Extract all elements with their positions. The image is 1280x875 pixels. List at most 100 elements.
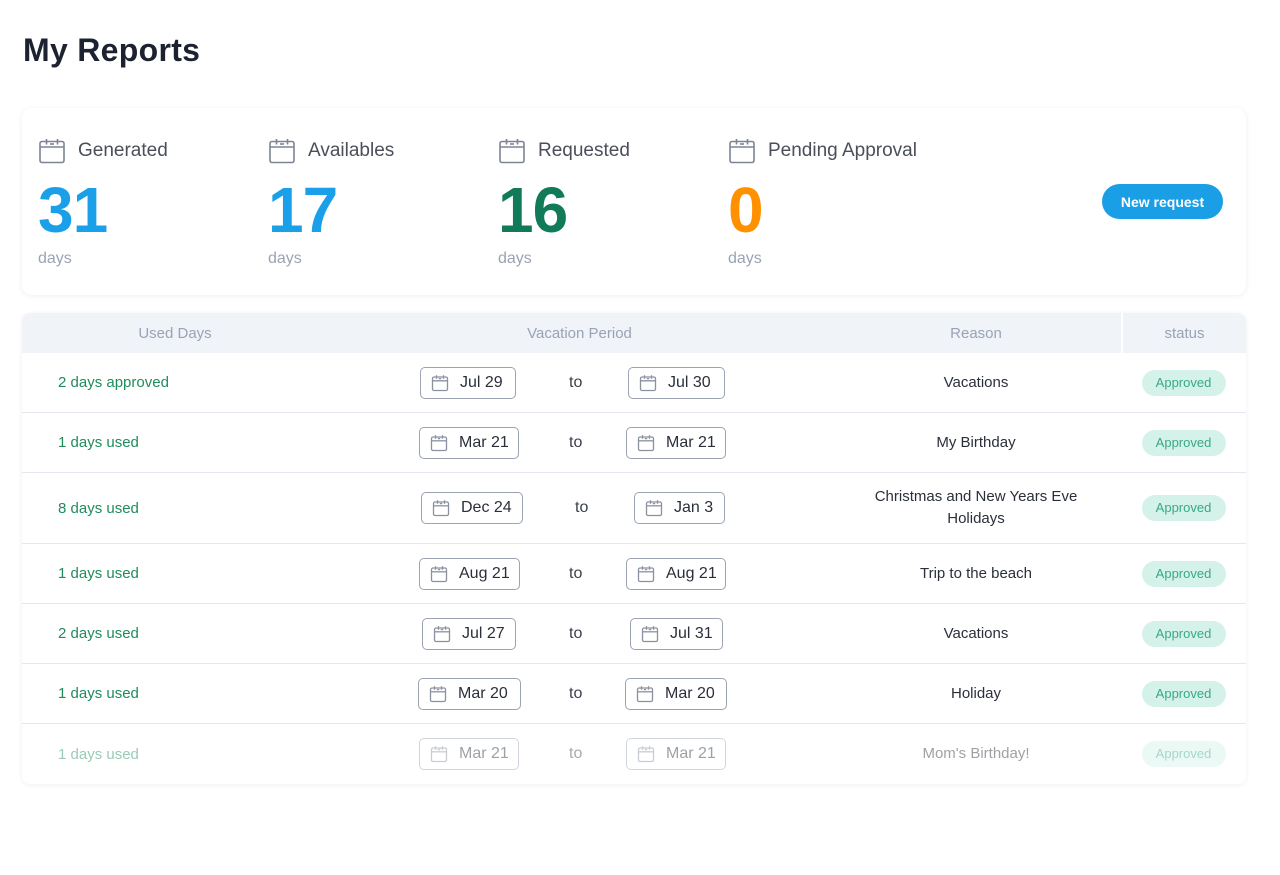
stat-pending-approval: Pending Approval 0 days [728, 136, 948, 268]
status-badge: Approved [1141, 369, 1226, 396]
status-cell: Approved [1121, 429, 1246, 456]
reason-cell: Mom's Birthday! [831, 743, 1121, 765]
calendar-icon [498, 137, 526, 165]
table-row[interactable]: 8 days used Dec 24 to Jan 3 Christmas and Ne… [22, 473, 1246, 544]
status-cell: Approved [1121, 369, 1246, 396]
vacation-period-cell: Dec 24 to Jan 3 [328, 473, 831, 543]
start-date-value: Mar 21 [459, 745, 509, 762]
used-days-cell: 1 days used [58, 745, 139, 763]
end-date-value: Jul 31 [670, 624, 713, 642]
start-date-field[interactable]: Mar 20 [418, 677, 521, 710]
calendar-icon [637, 565, 655, 583]
end-date-field[interactable]: Mar 21 [626, 738, 726, 770]
calendar-icon [637, 745, 655, 763]
reason-cell: Trip to the beach [831, 563, 1121, 585]
calendar-icon [38, 137, 66, 165]
calendar-icon [431, 374, 449, 392]
stat-generated: Generated 31 days [38, 136, 258, 268]
header-status: status [1121, 313, 1246, 353]
end-date-field[interactable]: Aug 21 [626, 557, 726, 590]
start-date-value: Mar 21 [459, 433, 509, 451]
start-date-field[interactable]: Dec 24 [421, 492, 523, 524]
to-label: to [569, 564, 583, 582]
calendar-icon [433, 625, 451, 643]
end-date-value: Mar 21 [666, 745, 716, 762]
table-row[interactable]: 1 days used Mar 20 to Mar 20 Holiday Approved [22, 664, 1246, 724]
vacation-period-cell: Aug 21 to Aug 21 [328, 544, 831, 603]
start-date-value: Dec 24 [461, 499, 512, 516]
status-cell: Approved [1121, 560, 1246, 587]
to-label: to [569, 624, 583, 642]
end-date-field[interactable]: Jul 30 [628, 366, 725, 399]
header-vacation-period: Vacation Period [527, 324, 632, 342]
calendar-icon [430, 565, 448, 583]
to-label: to [569, 684, 583, 702]
header-used-days: Used Days [138, 324, 212, 342]
stat-requested: Requested 16 days [498, 136, 718, 268]
vacation-table: Used Days Vacation Period Reason status … [22, 313, 1246, 784]
start-date-field[interactable]: Jul 29 [420, 366, 516, 399]
reason-text: My Birthday [936, 433, 1016, 451]
to-label: to [569, 745, 583, 762]
used-days-cell: 1 days used [58, 685, 139, 702]
end-date-value: Jul 30 [668, 373, 711, 391]
end-date-field[interactable]: Mar 21 [626, 426, 726, 459]
end-date-field[interactable]: Jul 31 [630, 617, 723, 650]
start-date-value: Jul 27 [462, 624, 505, 642]
new-request-button[interactable]: New request [1102, 184, 1223, 219]
status-badge: Approved [1141, 429, 1226, 456]
start-date-value: Mar 20 [458, 684, 508, 702]
stat-value: 17 [268, 174, 338, 246]
table-row[interactable]: 1 days used Mar 21 to Mar 21 Mom's Birthday!… [22, 724, 1246, 784]
start-date-field[interactable]: Mar 21 [419, 426, 519, 459]
to-label: to [569, 373, 583, 391]
reason-cell: My Birthday [831, 432, 1121, 454]
calendar-icon [268, 137, 296, 165]
table-row[interactable]: 2 days approved Jul 29 to Jul 30 Vacations Ap… [22, 353, 1246, 413]
table-row[interactable]: 1 days used Mar 21 to Mar 21 My Birthday Appr… [22, 413, 1246, 473]
status-badge: Approved [1141, 680, 1226, 707]
reason-cell: Vacations [831, 372, 1121, 394]
calendar-icon [637, 434, 655, 452]
reason-text: Mom's Birthday! [922, 745, 1030, 762]
start-date-field[interactable]: Mar 21 [419, 738, 519, 770]
table-row[interactable]: 1 days used Aug 21 to Aug 21 Trip to the bea… [22, 544, 1246, 604]
stat-value: 0 [728, 174, 764, 246]
calendar-icon [645, 499, 663, 517]
reason-text: Vacations [943, 373, 1009, 391]
header-reason: Reason [950, 324, 1002, 342]
to-label: to [575, 499, 589, 516]
used-days-cell: 8 days used [58, 499, 139, 517]
table-row[interactable]: 2 days used Jul 27 to Jul 31 Vacations Approv… [22, 604, 1246, 664]
reason-text: Trip to the beach [919, 564, 1032, 582]
used-days-cell: 1 days used [58, 434, 139, 451]
stat-label: Generated [78, 140, 168, 161]
reason-text: Vacations [943, 624, 1009, 642]
calendar-icon [429, 685, 447, 703]
end-date-value: Mar 21 [666, 433, 716, 451]
stat-label: Requested [538, 140, 630, 161]
start-date-field[interactable]: Jul 27 [422, 617, 516, 650]
start-date-field[interactable]: Aug 21 [419, 557, 520, 590]
calendar-icon [430, 745, 448, 763]
stat-unit: days [38, 250, 72, 267]
status-cell: Approved [1121, 741, 1246, 767]
stat-unit: days [498, 250, 532, 267]
vacation-period-cell: Mar 21 to Mar 21 [328, 413, 831, 472]
end-date-value: Mar 20 [665, 684, 715, 702]
calendar-icon [430, 434, 448, 452]
used-days-cell: 2 days approved [58, 374, 169, 391]
to-label: to [569, 433, 583, 451]
reason-cell: Holiday [831, 683, 1121, 705]
vacation-period-cell: Jul 27 to Jul 31 [328, 604, 831, 663]
vacation-period-cell: Jul 29 to Jul 30 [328, 353, 831, 412]
vacation-period-cell: Mar 20 to Mar 20 [328, 664, 831, 723]
reason-cell: Vacations [831, 623, 1121, 645]
end-date-field[interactable]: Jan 3 [634, 492, 725, 524]
reason-cell: Christmas and New Years Eve Holidays [831, 486, 1121, 530]
end-date-field[interactable]: Mar 20 [625, 677, 727, 710]
page-title: My Reports [23, 32, 201, 68]
start-date-value: Aug 21 [459, 564, 510, 582]
table-body: 2 days approved Jul 29 to Jul 30 Vacations Ap… [22, 353, 1246, 784]
reason-text: Holiday [950, 684, 1002, 702]
